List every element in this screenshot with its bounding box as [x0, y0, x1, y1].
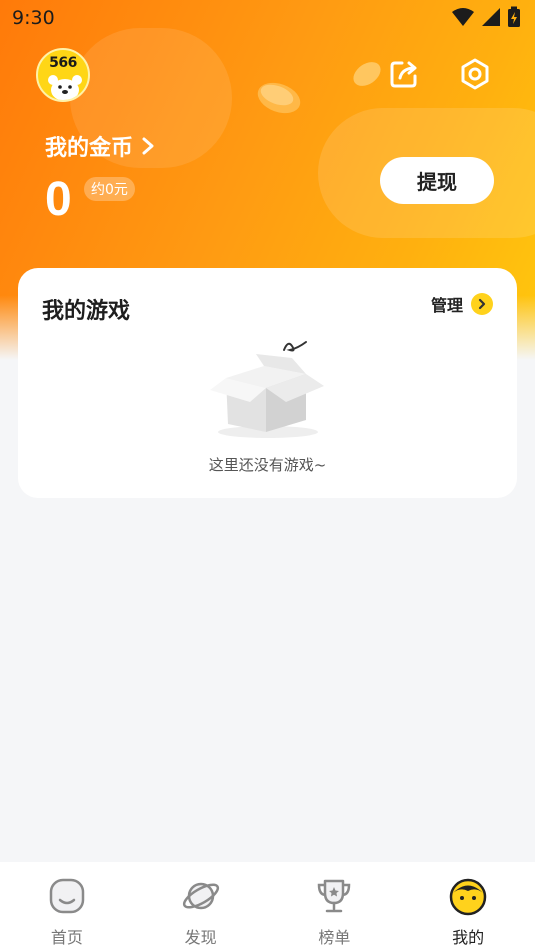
- tab-label: 榜单: [318, 928, 351, 947]
- status-icons: [451, 6, 521, 28]
- coins-title: 我的金币: [45, 136, 134, 161]
- manage-label: 管理: [430, 296, 463, 315]
- status-bar: 9:30: [0, 0, 535, 36]
- home-face-icon: [49, 878, 85, 914]
- coins-value: 0: [45, 173, 72, 226]
- signal-icon: [482, 8, 500, 26]
- manage-button[interactable]: 管理: [431, 292, 493, 316]
- tab-mine[interactable]: 我的: [401, 862, 535, 951]
- avatar[interactable]: 566: [36, 48, 90, 102]
- battery-icon: [508, 6, 520, 27]
- coin-decoration-icon: [353, 62, 381, 86]
- card-title: 我的游戏: [42, 299, 131, 324]
- avatar-logo-text: 566: [49, 55, 77, 71]
- tab-label: 发现: [184, 928, 217, 947]
- share-icon[interactable]: [388, 58, 420, 90]
- tab-discover[interactable]: 发现: [134, 862, 268, 951]
- chevron-right-icon: [142, 137, 154, 155]
- my-games-card: 我的游戏 管理 这里还没有游戏~: [18, 268, 517, 498]
- tab-home[interactable]: 首页: [0, 862, 134, 951]
- empty-state-text: 这里还没有游戏~: [208, 456, 327, 474]
- planet-icon: [182, 882, 219, 910]
- withdraw-button[interactable]: 提现: [380, 157, 494, 204]
- profile-face-icon: [449, 878, 487, 916]
- coin-decoration-icon: [257, 82, 301, 114]
- chevron-right-icon: [471, 293, 493, 315]
- tab-label: 我的: [452, 928, 485, 947]
- empty-box-icon: [210, 341, 324, 438]
- tab-ranking[interactable]: 榜单: [268, 862, 402, 951]
- coins-title-link[interactable]: 我的金币: [45, 130, 155, 162]
- wifi-icon: [452, 8, 474, 26]
- status-time: 9:30: [12, 7, 55, 29]
- tab-label: 首页: [50, 928, 83, 947]
- trophy-icon: [318, 879, 351, 913]
- bottom-tab-bar: 首页 发现 榜单 我的: [0, 862, 535, 951]
- settings-icon[interactable]: [459, 58, 491, 90]
- bear-face-icon: [48, 75, 82, 100]
- coins-approx-badge: 约0元: [84, 177, 135, 201]
